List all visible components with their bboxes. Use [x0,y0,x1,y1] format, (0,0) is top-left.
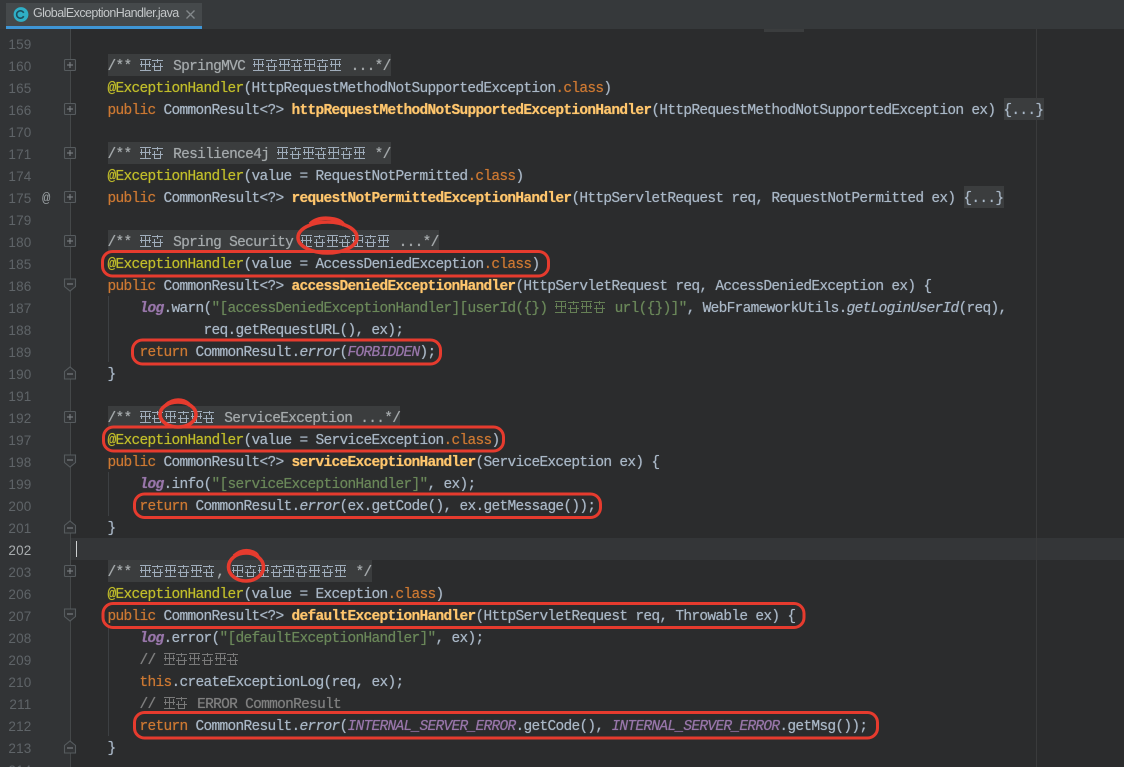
svg-text:@: @ [42,191,51,207]
